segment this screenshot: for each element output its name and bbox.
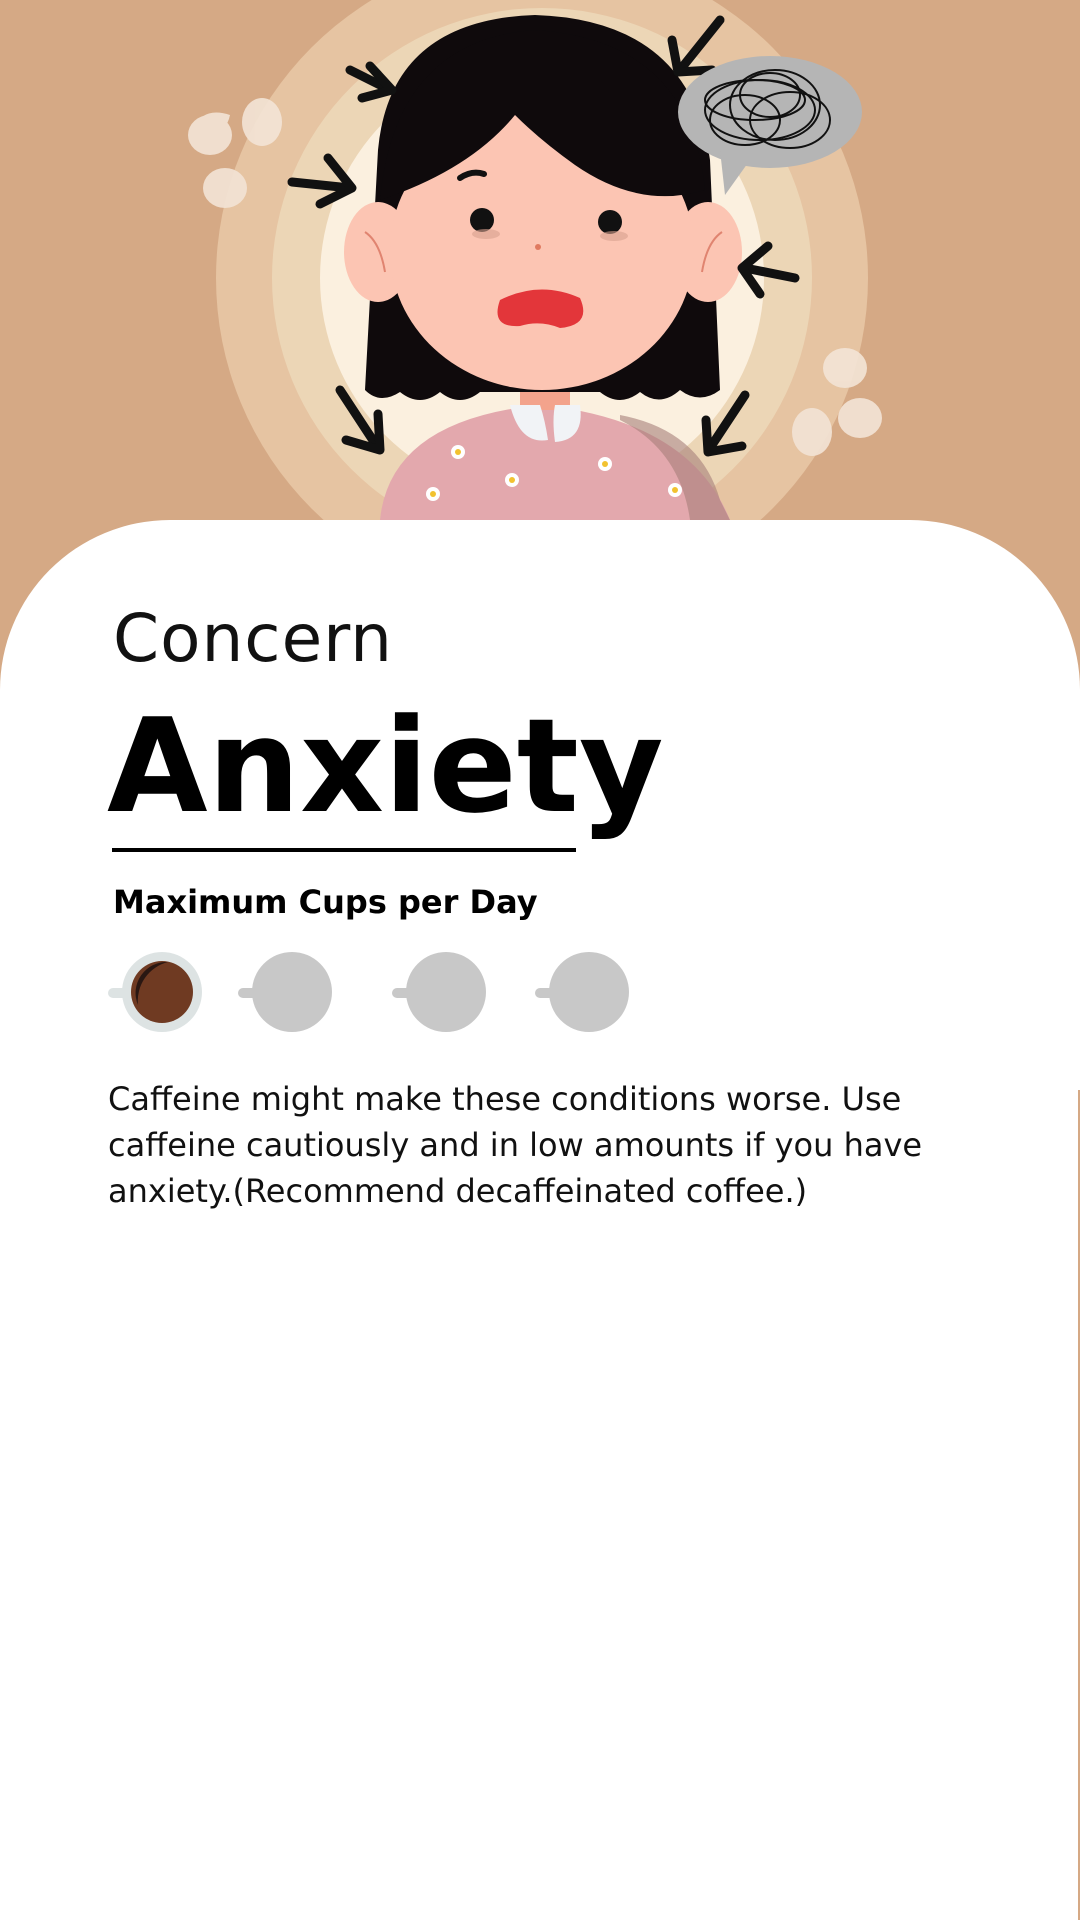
cups-indicator: [0, 950, 1080, 1040]
coffee-cup-empty-icon: [535, 950, 635, 1034]
cups-heading: Maximum Cups per Day: [113, 883, 538, 921]
description-text: Caffeine might make these conditions wor…: [108, 1080, 923, 1210]
title-divider: [112, 848, 576, 852]
condition-title: Anxiety: [107, 690, 664, 842]
coffee-cup-filled-icon: [108, 950, 208, 1034]
coffee-cup-empty-icon: [238, 950, 338, 1034]
coffee-cup-empty-icon: [392, 950, 492, 1034]
concern-label: Concern: [113, 600, 393, 677]
